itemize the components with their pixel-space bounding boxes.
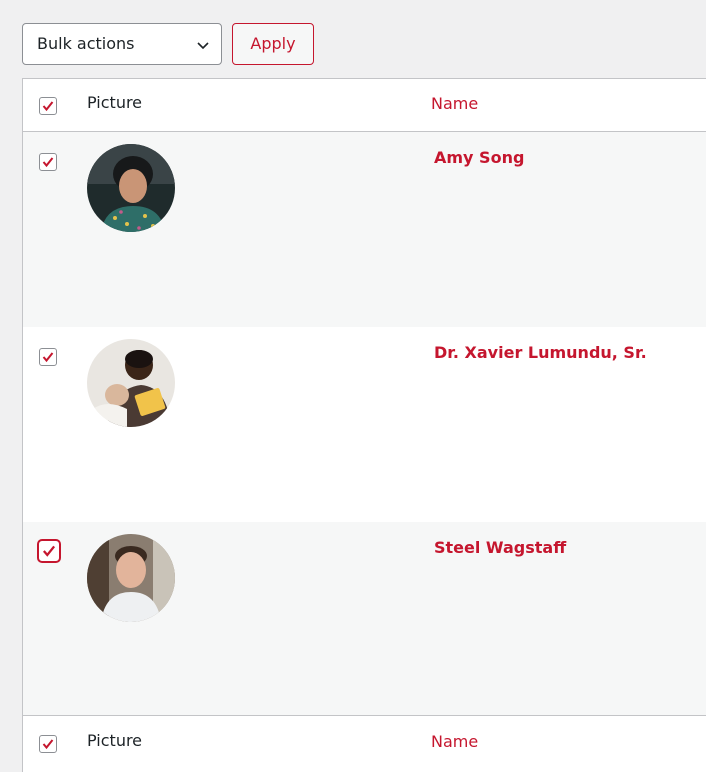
bulk-actions-select[interactable]: Bulk actions [22, 23, 222, 65]
avatar [87, 339, 175, 427]
checkmark-icon [42, 157, 54, 168]
select-all-checkbox[interactable] [39, 97, 57, 115]
users-table: Picture Name Amy Song Dr. Xavier Lumundu… [22, 78, 706, 772]
table-row: Dr. Xavier Lumundu, Sr. [23, 327, 706, 522]
column-footer-name[interactable]: Name [431, 732, 478, 751]
avatar [87, 144, 175, 232]
bulk-actions-bar: Bulk actions Apply [0, 0, 706, 78]
checkmark-icon [42, 101, 54, 112]
avatar [87, 534, 175, 622]
column-header-name[interactable]: Name [431, 94, 478, 113]
user-name-link[interactable]: Dr. Xavier Lumundu, Sr. [434, 343, 647, 362]
user-name-link[interactable]: Amy Song [434, 148, 524, 167]
row-checkbox[interactable] [39, 348, 57, 366]
row-checkbox[interactable] [39, 153, 57, 171]
user-name-link[interactable]: Steel Wagstaff [434, 538, 566, 557]
bulk-actions-selected: Bulk actions [37, 34, 135, 53]
column-footer-picture: Picture [87, 731, 143, 750]
checkmark-icon [42, 739, 54, 750]
select-all-checkbox-footer[interactable] [39, 735, 57, 753]
table-header: Picture Name [23, 78, 706, 132]
apply-button[interactable]: Apply [232, 23, 314, 65]
column-header-picture: Picture [87, 93, 143, 112]
checkmark-icon [42, 352, 54, 363]
chevron-down-icon [197, 42, 209, 50]
table-row: Amy Song [23, 132, 706, 327]
row-checkbox[interactable] [37, 539, 61, 563]
table-footer: Picture Name [23, 715, 706, 772]
table-row: Steel Wagstaff [23, 522, 706, 717]
checkmark-icon [42, 545, 56, 557]
